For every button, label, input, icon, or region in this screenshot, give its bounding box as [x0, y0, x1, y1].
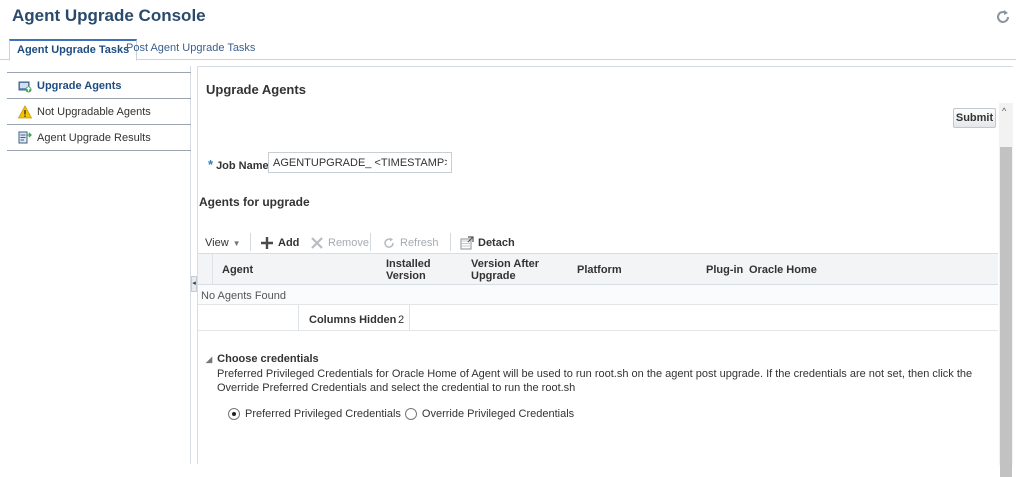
tab-post-agent-upgrade-tasks[interactable]: Post Agent Upgrade Tasks — [119, 39, 262, 60]
toolbar-separator — [250, 233, 251, 251]
detach-button[interactable]: Detach — [460, 233, 515, 253]
column-header-oracle-home[interactable]: Oracle Home — [749, 264, 817, 276]
toolbar-separator — [450, 233, 451, 251]
job-name-label: * Job Name — [208, 157, 269, 172]
warning-icon — [18, 104, 32, 118]
add-button[interactable]: Add — [260, 233, 299, 253]
view-menu[interactable]: View ▼ — [205, 233, 241, 253]
section-title: Upgrade Agents — [206, 82, 306, 97]
add-icon — [261, 237, 273, 249]
radio-label: Preferred Privileged Credentials — [245, 408, 401, 420]
tab-bar: Agent Upgrade Tasks Post Agent Upgrade T… — [0, 36, 1016, 61]
column-header-version-after-upgrade[interactable]: Version After Upgrade — [471, 258, 539, 282]
remove-icon — [311, 237, 323, 249]
main-content: Upgrade Agents Submit ^ *Job Name Agents… — [197, 66, 1013, 477]
sidebar-item-agent-upgrade-results[interactable]: Agent Upgrade Results — [7, 125, 191, 150]
column-header-plug-in[interactable]: Plug-in — [706, 264, 743, 276]
columns-hidden-count[interactable]: 2 — [398, 314, 404, 326]
left-nav-panel: Upgrade Agents Not Upgradable Agents Age… — [7, 66, 191, 464]
refresh-icon[interactable] — [994, 8, 1012, 26]
remove-button[interactable]: Remove — [310, 233, 369, 253]
radio-override-privileged-credentials[interactable] — [404, 408, 417, 420]
agents-table-body: No Agents Found — [198, 285, 998, 305]
agents-table-header: Agent Installed Version Version After Upgr… — [198, 253, 998, 285]
table-footer: Columns Hidden 2 — [198, 305, 998, 331]
submit-button[interactable]: Submit — [953, 108, 996, 128]
sidebar-item-upgrade-agents[interactable]: Upgrade Agents — [7, 73, 191, 98]
sidebar-item-label: Not Upgradable Agents — [37, 105, 151, 118]
scroll-thumb[interactable] — [1000, 147, 1012, 477]
upgrade-agents-icon — [18, 81, 32, 92]
nav-divider — [7, 150, 191, 151]
radio-preferred-privileged-credentials[interactable] — [228, 408, 240, 420]
column-header-installed-version[interactable]: Installed Version — [386, 258, 431, 282]
column-divider — [212, 254, 213, 285]
toolbar-separator — [370, 233, 371, 251]
column-header-platform[interactable]: Platform — [577, 264, 622, 276]
vertical-scrollbar[interactable]: ^ — [999, 103, 1013, 477]
radio-label: Override Privileged Credentials — [421, 408, 575, 420]
chevron-down-icon: ▼ — [232, 238, 241, 248]
credentials-description: Preferred Privileged Credentials for Ora… — [217, 368, 973, 394]
collapse-triangle-icon: ◢ — [206, 355, 213, 364]
refresh-icon — [384, 237, 394, 248]
agents-for-upgrade-title: Agents for upgrade — [199, 195, 310, 209]
choose-credentials-header[interactable]: ◢ Choose credentials — [206, 353, 319, 365]
column-header-agent[interactable]: Agent — [222, 264, 253, 276]
sidebar-item-not-upgradable-agents[interactable]: Not Upgradable Agents — [7, 99, 191, 124]
required-marker: * — [208, 157, 214, 172]
detach-icon — [460, 236, 474, 250]
sidebar-item-label: Upgrade Agents — [37, 79, 122, 92]
table-toolbar: View ▼ Add Remove Refresh Detach — [198, 233, 998, 253]
job-name-input[interactable] — [268, 152, 452, 173]
empty-table-message: No Agents Found — [201, 290, 287, 302]
sidebar-item-label: Agent Upgrade Results — [37, 131, 151, 144]
footer-divider — [409, 305, 410, 330]
page-title: Agent Upgrade Console — [12, 6, 206, 25]
credentials-options: Preferred Privileged Credentials Overrid… — [228, 408, 574, 420]
scroll-up-icon[interactable]: ^ — [1002, 106, 1006, 116]
header: Agent Upgrade Console — [0, 0, 1016, 36]
results-icon — [18, 131, 32, 143]
refresh-button[interactable]: Refresh — [382, 233, 439, 253]
footer-divider — [298, 305, 299, 330]
columns-hidden-label: Columns Hidden — [309, 314, 397, 326]
